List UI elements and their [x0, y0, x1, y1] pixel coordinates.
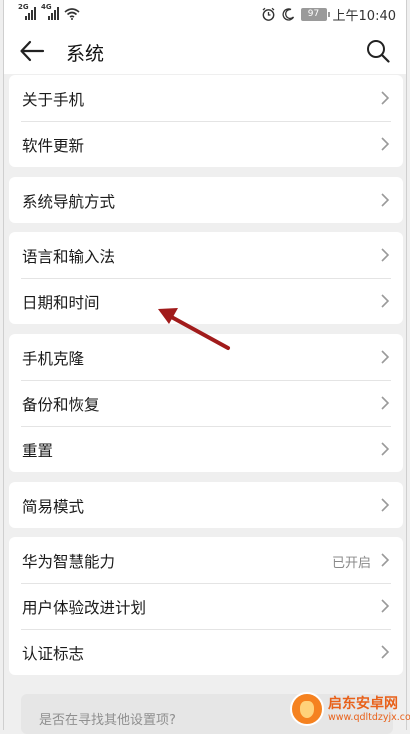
signal-2g-icon: 2G: [18, 3, 36, 20]
row-label: 备份和恢复: [22, 396, 100, 414]
signal-indicators: 2G 4G: [18, 3, 80, 20]
status-value: 已开启: [331, 556, 371, 571]
annotation-arrow-icon: [158, 308, 230, 350]
chevron-right-icon: [381, 91, 390, 105]
watermark-url: www.qdltdzyjx.com: [328, 712, 410, 723]
chevron-right-icon: [381, 645, 390, 659]
row-huawei-intelligence[interactable]: 华为智慧能力 已开启: [9, 537, 403, 583]
row-user-experience[interactable]: 用户体验改进计划: [9, 583, 403, 629]
row-label: 日期和时间: [22, 294, 100, 312]
chevron-right-icon: [381, 137, 390, 151]
row-label: 用户体验改进计划: [22, 599, 147, 617]
row-label: 华为智慧能力: [22, 553, 116, 571]
watermark: 启东安卓网 www.qdltdzyjx.com: [290, 692, 410, 728]
settings-screen: 2G 4G 97 上午10:40 系统 关于手机 软件更新 系统导航方式 语言和…: [3, 0, 410, 734]
chevron-right-icon: [381, 294, 390, 308]
top-app-bar: 系统: [4, 28, 406, 74]
watermark-logo-icon: [290, 692, 324, 726]
row-system-navigation[interactable]: 系统导航方式: [9, 177, 403, 223]
back-arrow-icon[interactable]: [18, 38, 46, 64]
row-label: 关于手机: [22, 91, 85, 109]
row-language-input[interactable]: 语言和输入法: [9, 232, 403, 278]
watermark-name: 启东安卓网: [328, 696, 398, 712]
chevron-right-icon: [381, 193, 390, 207]
row-reset[interactable]: 重置: [9, 426, 403, 472]
search-icon[interactable]: [364, 37, 392, 65]
chevron-right-icon: [381, 350, 390, 364]
settings-group-about: 关于手机 软件更新: [9, 75, 403, 167]
alarm-icon: [262, 7, 274, 21]
settings-group-navigation: 系统导航方式: [9, 177, 403, 223]
row-label: 简易模式: [22, 498, 85, 516]
row-label: 手机克隆: [22, 350, 85, 368]
status-bar: 2G 4G 97 上午10:40: [4, 0, 406, 28]
settings-group-huawei: 华为智慧能力 已开启 用户体验改进计划 认证标志: [9, 537, 403, 675]
moon-icon: [282, 8, 294, 21]
row-backup-restore[interactable]: 备份和恢复: [9, 380, 403, 426]
battery-icon: 97: [300, 8, 330, 21]
chevron-right-icon: [381, 396, 390, 410]
chevron-right-icon: [381, 599, 390, 613]
chevron-right-icon: [381, 553, 390, 567]
signal-4g-icon: 4G: [41, 3, 59, 20]
row-certification[interactable]: 认证标志: [9, 629, 403, 675]
suggestion-text: 是否在寻找其他设置项?: [39, 713, 176, 728]
page-title: 系统: [66, 43, 105, 65]
chevron-right-icon: [381, 248, 390, 262]
chevron-right-icon: [381, 442, 390, 456]
row-software-update[interactable]: 软件更新: [9, 121, 403, 167]
row-label: 认证标志: [22, 645, 85, 663]
settings-group-simple-mode: 简易模式: [9, 482, 403, 528]
row-label: 系统导航方式: [22, 193, 116, 211]
row-label: 软件更新: [22, 137, 85, 155]
row-about-phone[interactable]: 关于手机: [9, 75, 403, 121]
row-label: 语言和输入法: [22, 248, 116, 266]
clock: 上午10:40: [332, 9, 396, 24]
chevron-right-icon: [381, 498, 390, 512]
row-simple-mode[interactable]: 简易模式: [9, 482, 403, 528]
status-right: 97 上午10:40: [261, 5, 396, 24]
wifi-icon: [64, 8, 80, 20]
row-label: 重置: [22, 442, 54, 460]
